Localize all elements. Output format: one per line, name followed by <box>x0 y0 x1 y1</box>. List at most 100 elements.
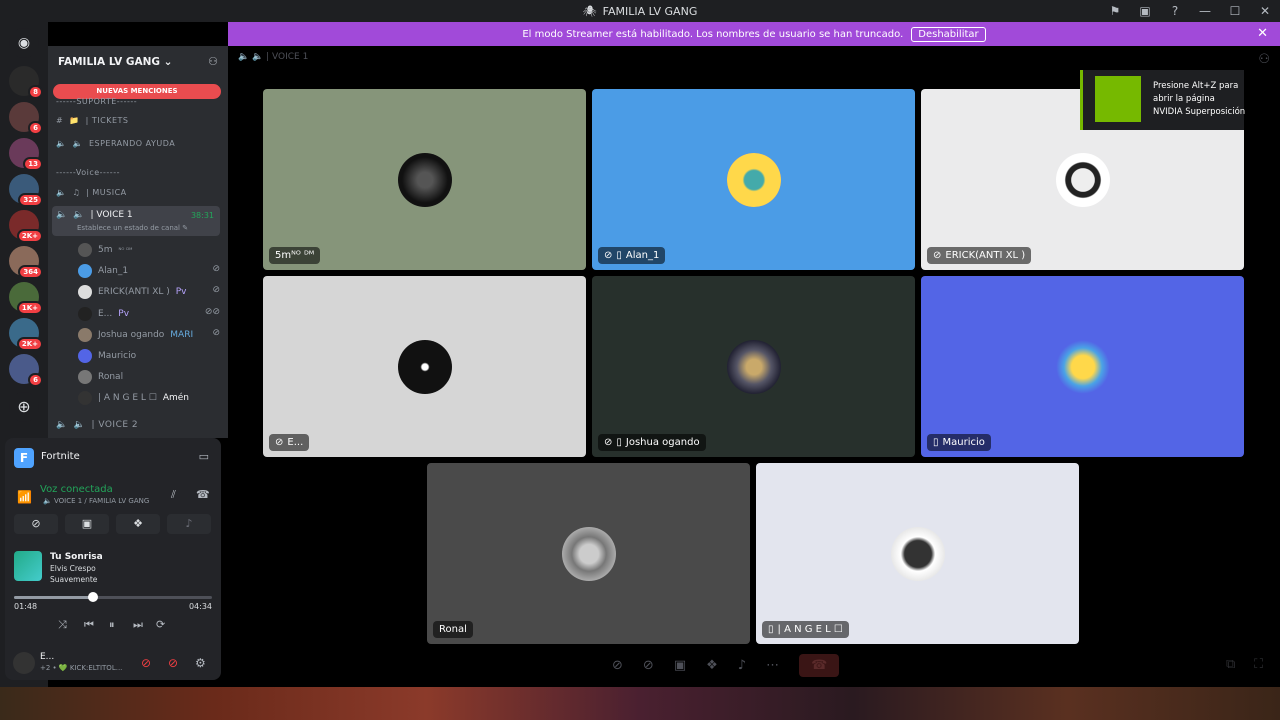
soundboard-icon[interactable]: ♪ <box>738 658 746 673</box>
category-support[interactable]: ------SUPORTE------ <box>56 97 137 106</box>
member-item[interactable]: Ronal <box>78 370 123 384</box>
popout-icon[interactable]: ⧉ <box>1226 657 1235 672</box>
member-name: | A N G E L ☐ <box>98 393 157 403</box>
video-tile[interactable]: ⊘ E... <box>263 276 586 457</box>
inbox-icon[interactable]: ⚑ <box>1100 4 1130 18</box>
muted-icon: ⊘ <box>604 250 613 261</box>
settings-gear-icon[interactable]: ⚙ <box>195 656 206 670</box>
activities-icon[interactable]: ❖ <box>706 658 718 673</box>
screen-icon[interactable]: ▣ <box>1130 4 1160 18</box>
video-tile[interactable]: 5mᴺᴼ ᴰᴹ <box>263 89 586 270</box>
deafen-icon[interactable]: ⊘ <box>168 656 178 670</box>
people-icon[interactable]: ⚇ <box>1258 52 1270 67</box>
activities-button[interactable]: ❖ <box>116 514 160 534</box>
member-name: 5m <box>98 245 113 255</box>
member-item[interactable]: E... Pv <box>78 307 129 321</box>
member-name: Ronal <box>98 372 124 382</box>
video-tile[interactable]: Ronal <box>427 463 750 644</box>
mobile-icon: ▯ <box>933 437 939 448</box>
guild-icon[interactable]: 325 <box>9 174 43 207</box>
member-item[interactable]: Mauricio <box>78 349 136 363</box>
video-tile[interactable]: ⊘ ▯ Alan_1 <box>592 89 915 270</box>
tile-name: Alan_1 <box>625 250 660 261</box>
signal-icon[interactable]: 📶 <box>17 490 32 504</box>
progress-track[interactable] <box>14 596 212 599</box>
guild-icon[interactable]: 8 <box>9 66 43 99</box>
guild-icon[interactable]: 1K+ <box>9 282 43 315</box>
member-item[interactable]: | A N G E L ☐ Amén <box>78 391 189 405</box>
close-icon[interactable]: ✕ <box>1250 4 1280 18</box>
repeat-icon[interactable]: ⟳ <box>156 618 165 631</box>
channel-esperando[interactable]: 🔈 🔈 ESPERANDO AYUDA <box>56 139 175 148</box>
channel-musica[interactable]: 🔈 ♫ | MUSICA <box>56 188 127 197</box>
help-icon[interactable]: ? <box>1160 4 1190 18</box>
tile-label: ▯ Mauricio <box>927 434 991 451</box>
speaker-icon: 🔈 <box>72 139 83 148</box>
title-bar: 🕷 FAMILIA LV GANG ⚑ ▣ ? — ☐ ✕ <box>0 0 1280 22</box>
guild-icon[interactable]: 2K+ <box>9 318 43 351</box>
background-strip <box>0 687 1280 720</box>
guild-icon[interactable]: 6 <box>9 354 43 387</box>
avatar <box>78 307 92 321</box>
hash-icon: # <box>56 116 64 125</box>
screen-share-button[interactable]: ▣ <box>65 514 109 534</box>
user-avatar[interactable] <box>13 652 35 674</box>
channel-status[interactable]: Establece un estado de canal ✎ <box>77 224 188 232</box>
member-tag: MARI <box>170 330 194 340</box>
guild-icon[interactable]: 364 <box>9 246 43 279</box>
soundboard-button[interactable]: ♪ <box>167 514 211 534</box>
guild-icon[interactable]: 13 <box>9 138 43 171</box>
disable-button[interactable]: Deshabilitar <box>911 26 986 42</box>
category-voice[interactable]: ------Voice------ <box>56 168 120 177</box>
tile-name: Ronal <box>439 624 467 635</box>
member-name: E... <box>98 309 113 319</box>
call-controls: ⊘ ⊘ ▣ ❖ ♪ ⋯ ☎ <box>612 650 840 680</box>
guild-icon[interactable]: 2K+ <box>9 210 43 243</box>
mic-icon[interactable]: ⊘ <box>612 658 623 673</box>
guild-badge: 325 <box>18 193 43 207</box>
member-item[interactable]: Joshua ogando MARI <box>78 328 193 342</box>
disconnect-icon[interactable]: ☎ <box>196 488 210 501</box>
voice-channel[interactable]: 🔈 VOICE 1 / FAMILIA LV GANG <box>43 497 149 505</box>
shuffle-icon[interactable]: ⤨ <box>58 618 67 632</box>
discord-home-icon[interactable]: ◉ <box>9 28 39 58</box>
video-tile[interactable]: ▯ | A N G E L ☐ <box>756 463 1079 644</box>
member-item[interactable]: Alan_1 <box>78 264 128 278</box>
maximize-icon[interactable]: ☐ <box>1220 4 1250 18</box>
progress-handle[interactable] <box>88 592 99 602</box>
channel-tickets[interactable]: # 📁 | TICKETS <box>56 116 129 125</box>
server-name[interactable]: FAMILIA LV GANG ⌄ <box>58 56 172 68</box>
camera-icon[interactable]: ⊘ <box>643 658 654 673</box>
member-name: Mauricio <box>98 351 137 361</box>
avatar <box>1055 339 1110 394</box>
fullscreen-icon[interactable]: ⛶ <box>1254 657 1263 672</box>
close-banner-icon[interactable]: ✕ <box>1257 26 1268 41</box>
channel-voice1[interactable]: 🔈 🔈 | VOICE 1 38:31 Establece un estado de… <box>52 206 220 236</box>
channel-voice2[interactable]: 🔈 🔈 | VOICE 2 <box>56 420 138 430</box>
mic-muted-icon[interactable]: ⊘ <box>141 656 151 670</box>
noise-icon[interactable]: ⫽ <box>171 488 176 502</box>
next-icon[interactable]: ⏭ <box>133 618 143 632</box>
mobile-icon: ▯ <box>616 437 622 448</box>
video-tile[interactable]: ▯ Mauricio <box>921 276 1244 457</box>
member-item[interactable]: ERICK(ANTI XL ) Pv <box>78 285 187 299</box>
add-friend-icon[interactable]: ⚇ <box>208 55 218 68</box>
pause-icon[interactable]: ⏸ <box>109 618 115 632</box>
member-item[interactable]: 5m ᴺᴼ ᴰᴹ <box>78 243 132 257</box>
screen-share-icon[interactable]: ▣ <box>674 658 686 673</box>
stream-icon[interactable]: ▭ <box>199 450 209 463</box>
mobile-icon: ▯ <box>616 250 622 261</box>
hang-up-icon[interactable]: ☎ <box>799 653 840 677</box>
guild-badge: 1K+ <box>16 301 43 315</box>
add-server-icon[interactable]: ⊕ <box>9 392 39 422</box>
video-tile[interactable]: ⊘ ▯ Joshua ogando <box>592 276 915 457</box>
voice-status[interactable]: Voz conectada <box>40 484 113 495</box>
minimize-icon[interactable]: — <box>1190 4 1220 18</box>
previous-icon[interactable]: ⏮ <box>84 618 94 632</box>
channel-label: | MUSICA <box>86 188 127 197</box>
speaker-icon: 🔈 <box>56 420 68 430</box>
guild-icon[interactable]: 6 <box>9 102 43 135</box>
camera-button[interactable]: ⊘ <box>14 514 58 534</box>
more-icon[interactable]: ⋯ <box>766 658 779 673</box>
guild-badge: 2K+ <box>16 229 43 243</box>
